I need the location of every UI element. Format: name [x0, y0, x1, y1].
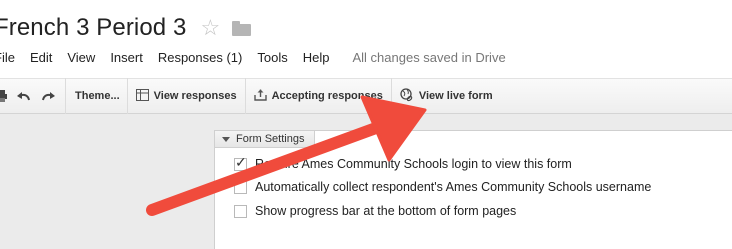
menu-help[interactable]: Help	[303, 50, 330, 65]
menu-edit[interactable]: Edit	[30, 50, 52, 65]
menu-responses[interactable]: Responses (1)	[158, 50, 243, 65]
menu-insert[interactable]: Insert	[110, 50, 143, 65]
setting-progress-bar: Show progress bar at the bottom of form …	[234, 202, 516, 220]
table-icon	[135, 88, 149, 104]
theme-label: Theme...	[75, 90, 120, 102]
progress-bar-checkbox[interactable]	[234, 204, 247, 218]
view-live-form-label: View live form	[418, 90, 493, 102]
progress-bar-label: Show progress bar at the bottom of form …	[255, 204, 517, 218]
collect-username-checkbox[interactable]	[234, 180, 247, 194]
theme-button[interactable]: Theme...	[66, 79, 127, 113]
accepting-responses-label: Accepting responses	[271, 90, 383, 102]
menu-view[interactable]: View	[67, 50, 95, 65]
checkmark-icon: ✓	[235, 153, 247, 170]
menu-tools[interactable]: Tools	[257, 50, 287, 65]
view-live-form-button[interactable]: View live form	[392, 79, 501, 113]
undo-icon[interactable]	[17, 91, 31, 101]
print-icon[interactable]	[0, 90, 7, 102]
require-login-checkbox[interactable]: ✓	[234, 153, 247, 171]
setting-require-login: ✓ Require Ames Community Schools login t…	[234, 155, 572, 173]
upload-tray-icon	[253, 89, 267, 104]
form-settings-title: Form Settings	[236, 133, 305, 145]
view-responses-label: View responses	[153, 90, 237, 102]
collapse-triangle-icon	[222, 136, 230, 142]
collect-username-label: Automatically collect respondent's Ames …	[255, 180, 652, 194]
globe-link-icon	[400, 87, 414, 105]
folder-icon[interactable]	[232, 20, 252, 36]
accepting-responses-button[interactable]: Accepting responses	[246, 79, 391, 113]
view-responses-button[interactable]: View responses	[128, 79, 245, 113]
require-login-label: Require Ames Community Schools login to …	[255, 157, 572, 171]
form-settings-header[interactable]: Form Settings	[215, 131, 315, 148]
menu-file[interactable]: File	[0, 50, 15, 65]
save-status: All changes saved in Drive	[352, 49, 506, 65]
toolbar-icon-group	[0, 79, 65, 113]
form-settings-panel: Form Settings ✓ Require Ames Community S…	[214, 130, 732, 249]
menu-bar: File Edit View Insert Responses (1) Tool…	[0, 47, 506, 67]
toolbar: Theme... View responses Accepting respon…	[0, 78, 732, 114]
setting-collect-username: Automatically collect respondent's Ames …	[234, 178, 651, 196]
title-row: French 3 Period 3 ☆	[0, 10, 252, 46]
document-title[interactable]: French 3 Period 3	[0, 14, 186, 42]
star-icon[interactable]: ☆	[200, 17, 220, 39]
redo-icon[interactable]	[41, 91, 55, 101]
